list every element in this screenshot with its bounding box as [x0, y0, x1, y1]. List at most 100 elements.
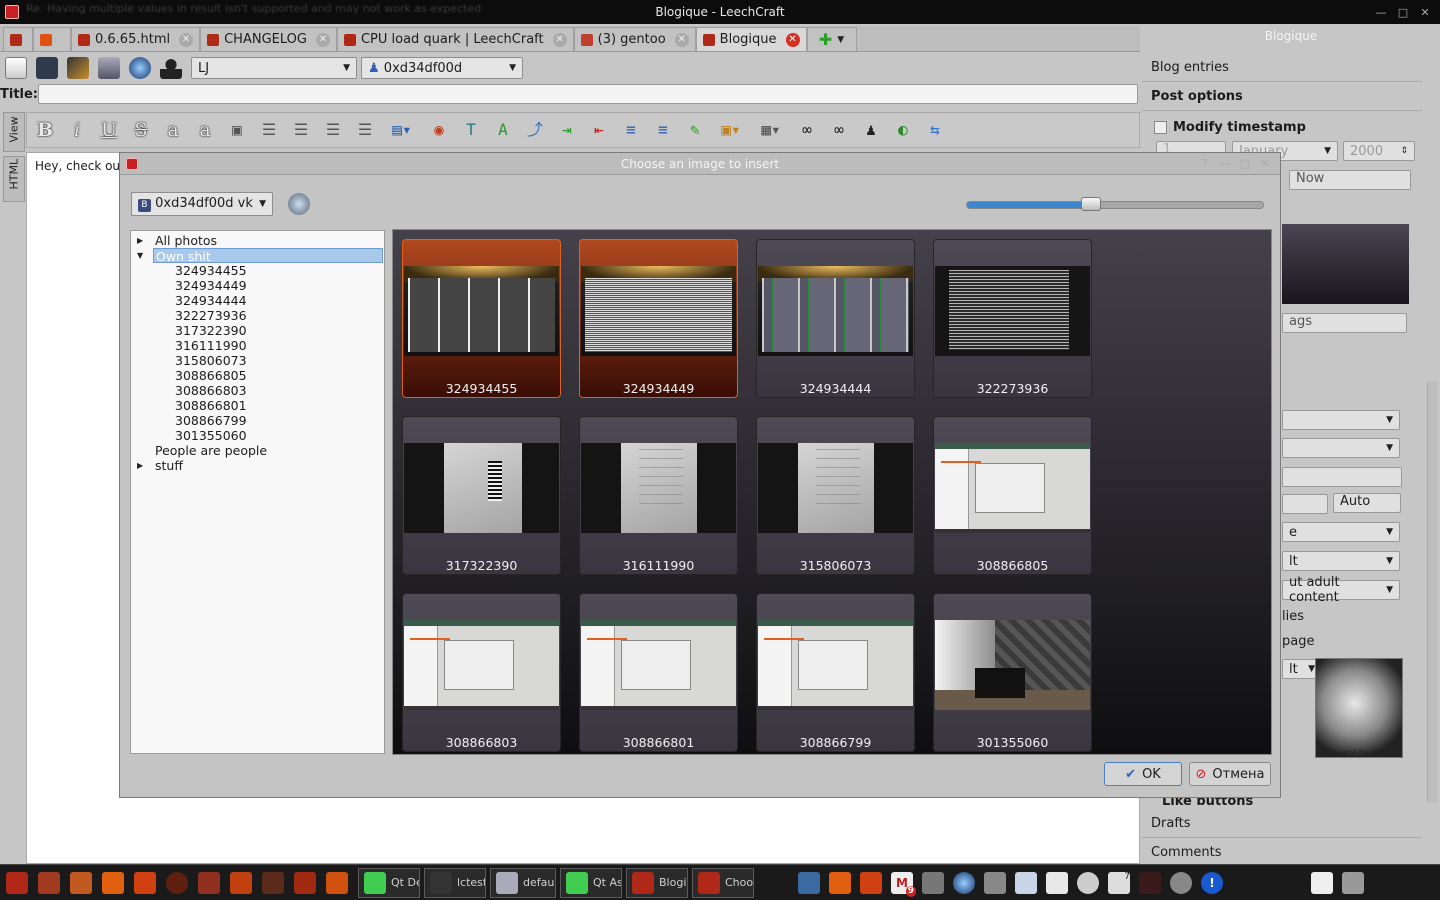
insert-user-icon[interactable]: ♟ — [859, 118, 883, 142]
link-icon[interactable]: ⤴ — [523, 118, 547, 142]
upload-image-icon[interactable] — [288, 193, 310, 215]
help-icon[interactable]: ? — [1198, 153, 1212, 175]
tab-view[interactable]: View — [3, 112, 25, 152]
section-drafts[interactable]: Drafts — [1142, 810, 1422, 838]
font-icon[interactable]: T — [459, 118, 483, 142]
image-thumbnail[interactable]: 308866803 — [402, 593, 561, 752]
refresh-icon[interactable] — [38, 871, 60, 894]
find-icon[interactable]: ∞ — [795, 118, 819, 142]
unordered-list-icon[interactable]: ≡ — [651, 118, 675, 142]
album-tree[interactable]: ▶ All photos ▼ Own shit 324934455 3249344… — [130, 230, 385, 754]
taskbar-task[interactable]: lctest ... — [424, 867, 486, 898]
taskbar-task[interactable]: Blogi... — [626, 867, 688, 898]
insert-image-icon[interactable]: ▣▾ — [715, 118, 747, 142]
tree-item-photo[interactable]: 317322390 — [175, 323, 247, 338]
section-comments[interactable]: Comments — [1142, 839, 1422, 867]
cancel-button[interactable]: ⊘ Отмена — [1189, 762, 1271, 786]
minimize-icon[interactable]: — — [1374, 6, 1388, 19]
chat-icon[interactable] — [198, 871, 220, 894]
ok-button[interactable]: ✔ OK — [1104, 762, 1182, 786]
underline-icon[interactable]: U — [97, 118, 121, 142]
globe-icon[interactable] — [953, 871, 975, 894]
tree-item-people[interactable]: People are people — [155, 443, 267, 458]
image-thumbnail[interactable]: 324934455 — [402, 239, 561, 398]
image-thumbnail[interactable]: 301355060 — [933, 593, 1092, 752]
clipboard-icon[interactable] — [1311, 871, 1333, 894]
settings-icon[interactable] — [230, 871, 252, 894]
image-thumbnail[interactable]: 324934444 — [756, 239, 915, 398]
image-thumbnail[interactable]: 317322390 — [402, 416, 561, 575]
image-thumbnail[interactable]: 308866805 — [933, 416, 1092, 575]
edit-icon[interactable] — [67, 57, 89, 79]
new-tab-button[interactable]: ✚ ▼ — [806, 27, 857, 51]
image-thumbnail[interactable]: 324934449 — [579, 239, 738, 398]
align-center-icon[interactable]: ☰ — [289, 118, 313, 142]
year-spinbox[interactable]: 2000 ⇕ — [1343, 141, 1415, 161]
expand-arrow-icon[interactable]: ▶ — [137, 233, 147, 248]
tree-item-photo[interactable]: 324934455 — [175, 263, 247, 278]
image-thumbnail[interactable]: 315806073 — [756, 416, 915, 575]
tab-cpu-load[interactable]: CPU load quark | LeechCraft ✕ — [336, 27, 574, 51]
tab-media[interactable] — [33, 27, 71, 51]
user-icon[interactable] — [160, 57, 182, 79]
pen-icon[interactable] — [1342, 871, 1364, 894]
text-color-icon[interactable]: ◉ — [427, 118, 451, 142]
tree-item-photo[interactable]: 308866803 — [175, 383, 247, 398]
tree-item-photo[interactable]: 315806073 — [175, 353, 247, 368]
taskbar-task[interactable]: Qt De... — [358, 867, 420, 898]
tree-item-own-album[interactable]: Own shit — [153, 248, 383, 264]
tab-changelog[interactable]: CHANGELOG ✕ — [200, 27, 337, 51]
close-tab-icon[interactable]: ✕ — [315, 32, 330, 47]
font-size-icon[interactable]: A — [491, 118, 515, 142]
taskbar-task[interactable]: Choo... — [692, 867, 754, 898]
justify-icon[interactable]: ☰ — [353, 118, 377, 142]
image-thumbnail[interactable]: 316111990 — [579, 416, 738, 575]
blog-icon[interactable] — [294, 871, 316, 894]
zoom-slider[interactable] — [966, 197, 1264, 211]
bold-icon[interactable]: B — [33, 118, 57, 142]
insert-community-icon[interactable]: ◐ — [891, 118, 915, 142]
tool-icon[interactable] — [984, 871, 1006, 894]
dialog-account-select[interactable]: B 0xd34df00d vk ▼ — [131, 192, 273, 216]
tab-gentoo[interactable]: (3) gentoo ✕ — [573, 27, 696, 51]
panel-scrollbar[interactable] — [1427, 382, 1437, 802]
superscript-icon[interactable]: a — [193, 118, 217, 142]
tree-item-photo[interactable]: 308866805 — [175, 368, 247, 383]
tree-item-photo[interactable]: 324934444 — [175, 293, 247, 308]
align-right-icon[interactable]: ☰ — [321, 118, 345, 142]
desktop-pager-icon[interactable]: 7 — [1108, 871, 1130, 894]
ordered-list-icon[interactable]: ≡ — [619, 118, 643, 142]
close-tab-icon[interactable]: ✕ — [552, 32, 567, 47]
notes-icon[interactable] — [829, 871, 851, 894]
replace-icon[interactable]: ∞ — [827, 118, 851, 142]
outdent-icon[interactable]: ⇤ — [587, 118, 611, 142]
upload-icon[interactable] — [98, 57, 120, 79]
maximize-icon[interactable]: □ — [1396, 6, 1410, 19]
access-select[interactable]: e ▼ — [1282, 522, 1400, 542]
save-icon[interactable] — [36, 57, 58, 79]
section-post-options[interactable]: Post options — [1142, 83, 1422, 111]
minimize-icon[interactable]: — — [1218, 153, 1232, 175]
tree-item-photo[interactable]: 316111990 — [175, 338, 247, 353]
title-input[interactable] — [38, 84, 1138, 104]
location-input[interactable] — [1282, 467, 1402, 487]
cut-tag-icon[interactable]: ⇆ — [923, 118, 947, 142]
arrow-icon[interactable] — [70, 871, 92, 894]
insert-table-icon[interactable]: ▦▾ — [755, 118, 787, 142]
maximize-icon[interactable]: □ — [1238, 153, 1252, 175]
tree-item-photo[interactable]: 322273936 — [175, 308, 247, 323]
italic-icon[interactable]: i — [65, 118, 89, 142]
adult-content-select[interactable]: ut adult content ▼ — [1282, 575, 1400, 605]
paragraph-style-icon[interactable]: ▤▾ — [385, 118, 419, 142]
monitor-icon[interactable] — [326, 871, 348, 894]
taskbar-task[interactable]: defau... — [490, 867, 556, 898]
weather-icon[interactable] — [1170, 871, 1192, 894]
new-entry-icon[interactable] — [5, 57, 27, 79]
leechcraft-icon[interactable] — [6, 871, 28, 894]
window-icon[interactable] — [798, 871, 820, 894]
subscript-icon[interactable]: a — [161, 118, 185, 142]
section-blog-entries[interactable]: Blog entries — [1142, 54, 1422, 82]
tags-button[interactable]: ags — [1282, 313, 1407, 333]
comments-select[interactable]: lt ▼ — [1282, 551, 1400, 571]
tab-blogique[interactable]: Blogique ✕ — [695, 27, 807, 51]
